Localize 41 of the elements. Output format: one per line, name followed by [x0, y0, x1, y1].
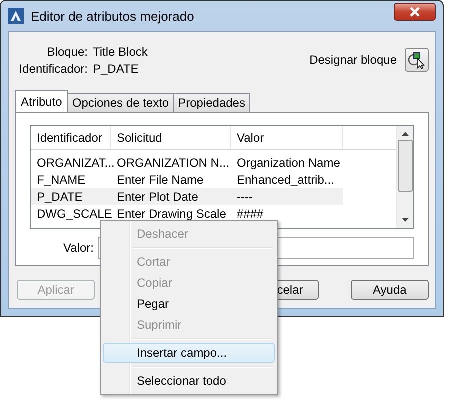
- menu-item[interactable]: Seleccionar todo: [103, 371, 275, 391]
- scroll-up-icon[interactable]: [402, 132, 408, 136]
- menu-item[interactable]: Pegar: [103, 294, 275, 314]
- table-cell-text: Enter File Name: [116, 172, 205, 186]
- select-block-label: Designar bloque: [310, 53, 397, 67]
- value-label: Valor:: [62, 241, 94, 255]
- dialog-button[interactable]: Ayuda: [350, 280, 429, 300]
- window-title: Editor de atributos mejorado: [31, 8, 196, 24]
- tag-label: Identificador:: [18, 62, 88, 76]
- pick-cursor-icon: [408, 51, 426, 69]
- scroll-down-icon[interactable]: [402, 218, 408, 222]
- dialog-button[interactable]: celar: [275, 280, 319, 300]
- table-row[interactable]: ORGANIZAT... ORGANIZATION N... Organization Name: [31, 154, 343, 171]
- table-row[interactable]: DWG_SCALE Enter Drawing Scale ####: [31, 205, 343, 222]
- close-icon: [409, 7, 421, 17]
- table-cell-text: ####: [236, 206, 265, 220]
- tag-value: P_DATE: [93, 62, 139, 76]
- table-cell-text: P_DATE: [36, 190, 84, 204]
- table-cell-text: Enter Plot Date: [116, 190, 200, 204]
- column-header[interactable]: Identificador: [31, 126, 111, 149]
- block-label: Bloque:: [46, 44, 88, 58]
- app-logo-icon: [8, 8, 24, 24]
- close-button[interactable]: [394, 3, 436, 21]
- block-value: Title Block: [93, 44, 148, 58]
- table-cell-text: Organization Name: [236, 156, 342, 170]
- menu-item[interactable]: Insertar campo...: [103, 343, 275, 363]
- table-cell-text: Enhanced_attrib...: [236, 172, 336, 186]
- table-row[interactable]: F_NAME Enter File Name Enhanced_attrib...: [31, 171, 343, 188]
- table-cell-text: ORGANIZATION N...: [116, 156, 230, 170]
- table-cell-text: DWG_SCALE: [36, 206, 111, 220]
- scrollbar[interactable]: [396, 126, 413, 228]
- column-header[interactable]: Solicitud: [111, 126, 231, 149]
- tab[interactable]: Opciones de texto: [67, 93, 174, 112]
- table-cell-text: Enter Drawing Scale: [116, 206, 228, 220]
- tab[interactable]: Propiedades: [173, 93, 250, 112]
- select-block-button[interactable]: [405, 48, 429, 72]
- table-cell-text: F_NAME: [36, 172, 87, 186]
- table-row[interactable]: P_DATE Enter Plot Date ----: [31, 188, 343, 205]
- tab[interactable]: Atributo: [15, 90, 68, 112]
- column-header[interactable]: Valor: [231, 126, 343, 149]
- table-cell-text: ----: [236, 190, 254, 204]
